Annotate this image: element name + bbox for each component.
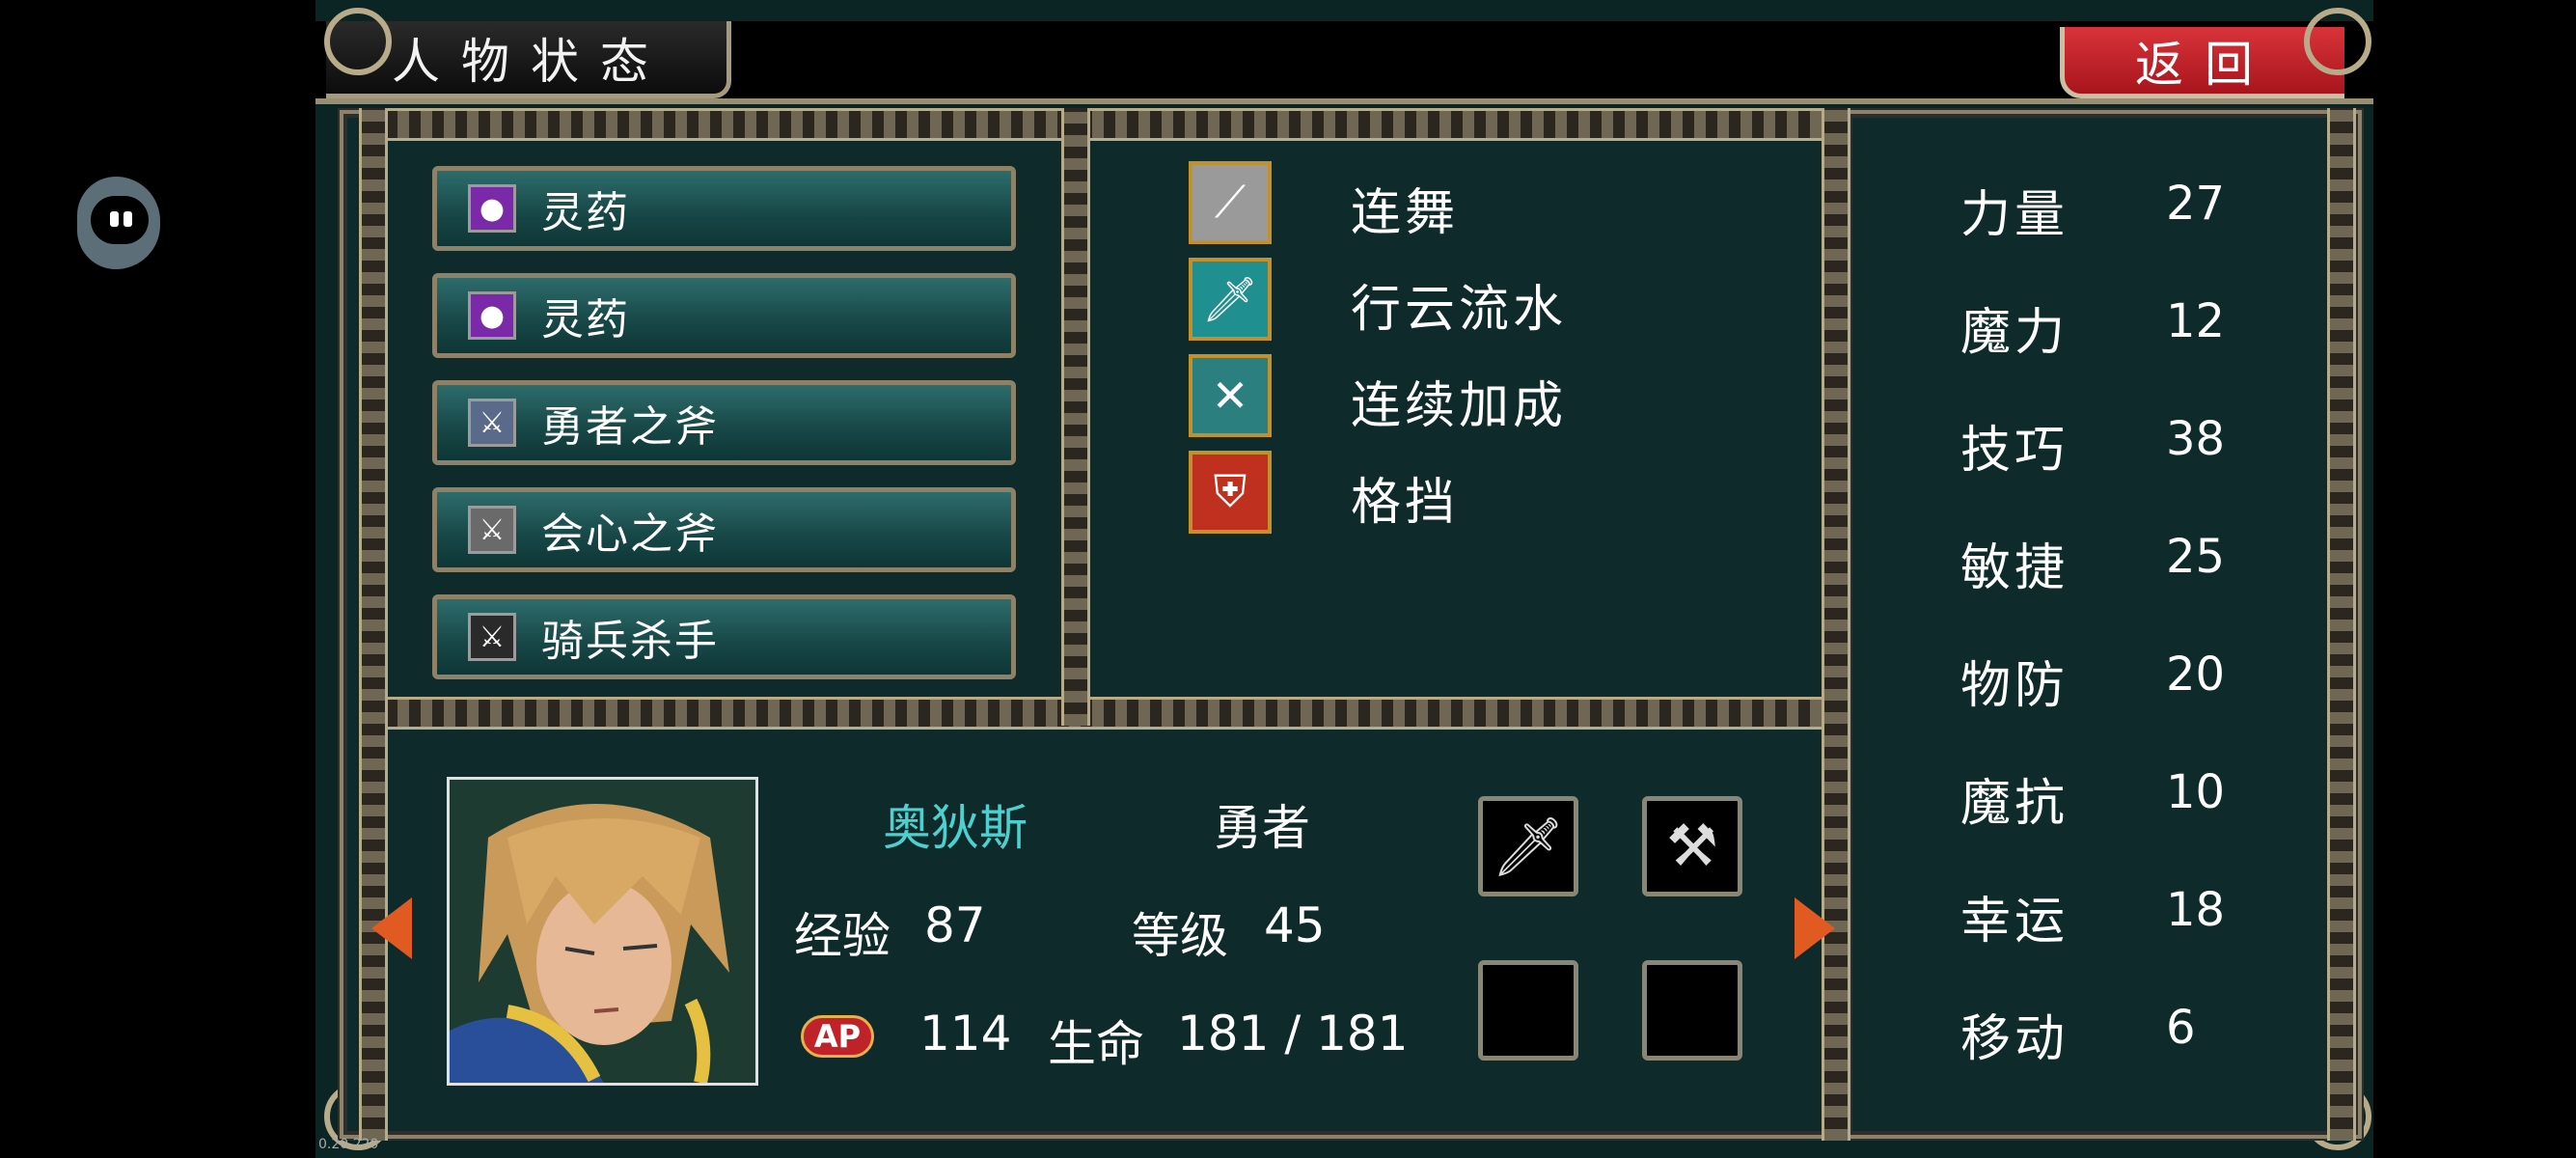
stat-label: 幸运 — [1960, 893, 2069, 951]
equip-slot-empty[interactable] — [1642, 960, 1742, 1061]
crossed-swords-icon[interactable]: ✕ — [1189, 354, 1272, 437]
character-portrait — [447, 777, 758, 1086]
sword-icon: 🗡 — [1491, 813, 1566, 881]
hp-label: 生命 — [1048, 1016, 1144, 1072]
character-class: 勇者 — [1214, 800, 1310, 856]
axe-icon: ⚔ — [468, 399, 516, 447]
stat-label: 魔抗 — [1960, 775, 2069, 833]
sword-icon[interactable]: 🗡 — [1189, 258, 1272, 341]
skill-label: 行云流水 — [1351, 281, 1568, 339]
next-character-arrow-icon[interactable] — [1795, 897, 1835, 959]
hp-value: 181 / 181 — [1177, 1006, 1409, 1062]
item-slot-4[interactable]: ⚔ 会心之斧 — [432, 487, 1016, 572]
prev-character-arrow-icon[interactable] — [371, 897, 412, 959]
equip-slot-axe[interactable]: ⚒ — [1642, 796, 1742, 896]
item-label: 勇者之斧 — [541, 402, 719, 452]
item-slot-3[interactable]: ⚔ 勇者之斧 — [432, 380, 1016, 465]
robot-face-icon — [91, 196, 149, 244]
stat-value: 38 — [2166, 412, 2226, 466]
stat-value: 25 — [2166, 530, 2226, 584]
ornament-divider — [359, 108, 388, 1141]
axe-icon: ⚔ — [468, 506, 516, 554]
back-button[interactable]: 返回 — [2060, 27, 2344, 98]
ornament-border — [374, 697, 1833, 730]
item-slot-2[interactable]: ● 灵药 — [432, 273, 1016, 358]
item-label: 会心之斧 — [541, 510, 719, 559]
corner-ornament-icon — [2304, 8, 2371, 75]
stat-label: 魔力 — [1960, 304, 2069, 362]
item-slot-5[interactable]: ⚔ 骑兵杀手 — [432, 594, 1016, 679]
potion-icon: ● — [468, 184, 516, 233]
corner-ornament-icon — [324, 8, 392, 75]
stat-value: 27 — [2166, 177, 2226, 231]
stat-value: 6 — [2166, 1001, 2196, 1055]
stat-label: 敏捷 — [1960, 539, 2069, 597]
robot-eye-icon — [110, 211, 119, 227]
stats-panel — [1843, 108, 2364, 1141]
item-label: 灵药 — [541, 188, 630, 237]
ap-value: 114 — [919, 1006, 1012, 1062]
equip-slot-sword[interactable]: 🗡 — [1478, 796, 1578, 896]
ornament-divider — [1822, 108, 1850, 1141]
exp-value: 87 — [924, 897, 986, 953]
level-label: 等级 — [1132, 908, 1228, 964]
axe-icon: ⚔ — [468, 613, 516, 661]
stat-label: 技巧 — [1960, 422, 2069, 480]
portrait-image — [450, 780, 755, 1083]
ornament-divider — [1061, 108, 1090, 726]
stat-label: 移动 — [1960, 1010, 2069, 1068]
axe-icon: ⚒ — [1666, 813, 1718, 880]
item-label: 灵药 — [541, 295, 630, 345]
stat-label: 物防 — [1960, 657, 2069, 715]
stat-value: 18 — [2166, 883, 2226, 937]
shield-icon[interactable]: ⛨ — [1189, 451, 1272, 534]
item-label: 骑兵杀手 — [541, 617, 719, 666]
stat-value: 12 — [2166, 294, 2226, 348]
stat-value: 20 — [2166, 648, 2226, 702]
ap-badge: AP — [801, 1015, 874, 1058]
exp-label: 经验 — [794, 908, 891, 964]
potion-icon: ● — [468, 291, 516, 340]
equip-slot-empty[interactable] — [1478, 960, 1578, 1061]
ornament-border — [374, 108, 1833, 141]
skill-label: 连舞 — [1351, 184, 1460, 242]
skill-label: 格挡 — [1351, 474, 1460, 532]
robot-eye-icon — [123, 211, 132, 227]
character-name: 奥狄斯 — [883, 800, 1028, 856]
version-label: 0.20.220 — [318, 1137, 379, 1152]
stat-value: 10 — [2166, 765, 2226, 819]
level-value: 45 — [1264, 897, 1326, 953]
skill-label: 连续加成 — [1351, 377, 1568, 435]
stat-label: 力量 — [1960, 186, 2069, 244]
item-slot-1[interactable]: ● 灵药 — [432, 166, 1016, 251]
floating-assistant-button[interactable] — [77, 177, 160, 269]
ornament-divider — [2327, 108, 2356, 1141]
slash-icon[interactable]: ⟋ — [1189, 161, 1272, 244]
